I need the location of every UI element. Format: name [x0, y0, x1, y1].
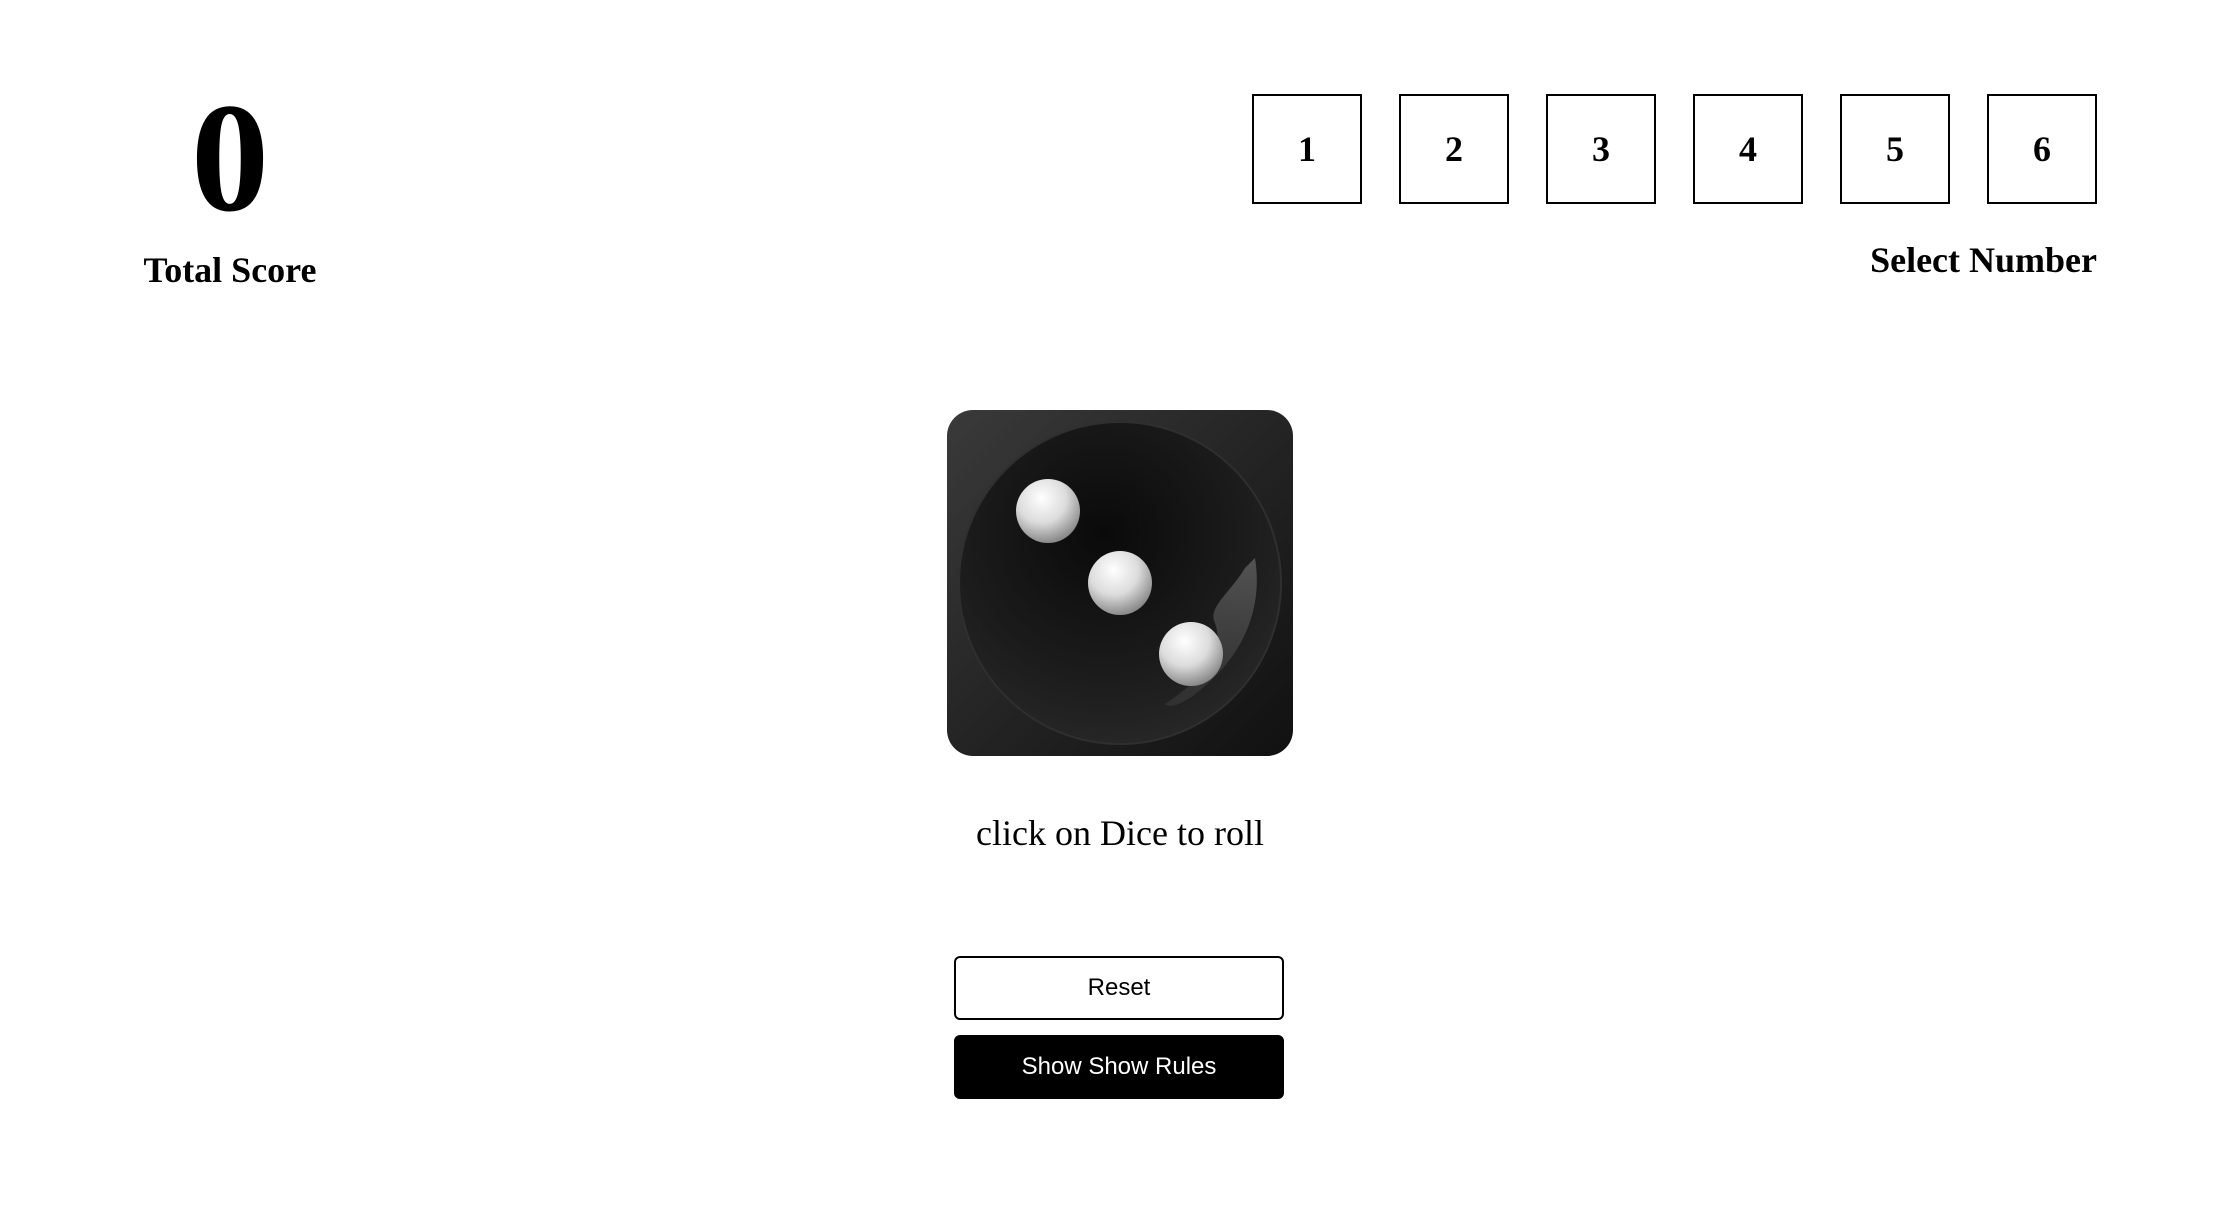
total-score-value: 0 [191, 71, 269, 244]
dice-game-page: 0 Total Score 1 2 3 4 5 6 Select Number [0, 0, 2240, 1230]
number-option-3[interactable]: 3 [1546, 94, 1656, 204]
total-score-panel: 0 Total Score [110, 71, 350, 291]
number-option-6[interactable]: 6 [1987, 94, 2097, 204]
number-option-5[interactable]: 5 [1840, 94, 1950, 204]
dice-face-graphic [947, 410, 1293, 756]
number-option-4[interactable]: 4 [1693, 94, 1803, 204]
show-rules-button[interactable]: Show Show Rules [954, 1035, 1284, 1099]
select-number-label: Select Number [1870, 240, 2097, 280]
reset-button[interactable]: Reset [954, 956, 1284, 1020]
roll-instruction-text: click on Dice to roll [976, 813, 1264, 853]
total-score-label: Total Score [143, 250, 317, 290]
number-options: 1 2 3 4 5 6 [1252, 94, 2097, 204]
number-selector: 1 2 3 4 5 6 Select Number [1252, 94, 2097, 280]
number-option-1[interactable]: 1 [1252, 94, 1362, 204]
number-option-2[interactable]: 2 [1399, 94, 1509, 204]
dice-three-icon[interactable] [945, 408, 1295, 758]
